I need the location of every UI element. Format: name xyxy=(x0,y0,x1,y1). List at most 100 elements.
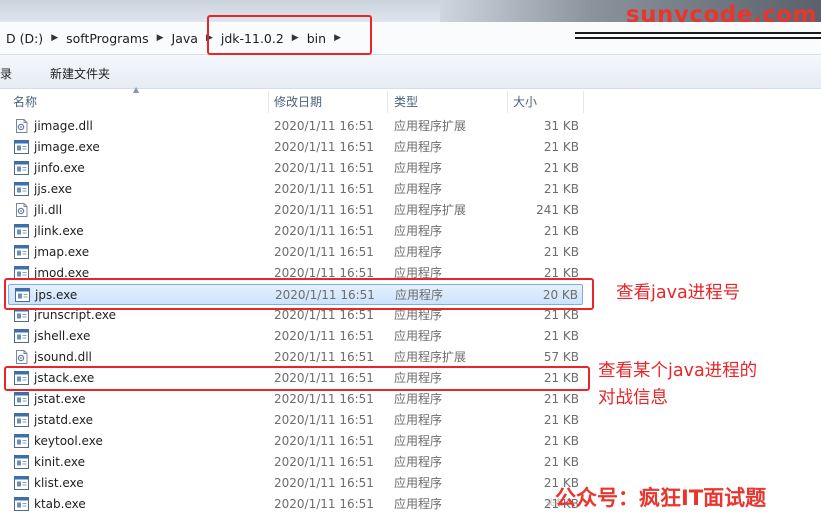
file-date: 2020/1/11 16:51 xyxy=(274,497,374,511)
file-name: jstat.exe xyxy=(34,392,86,406)
file-size: 21 KB xyxy=(543,392,579,406)
file-row[interactable]: ktab.exe 2020/1/11 16:51 应用程序 21 KB xyxy=(8,494,583,515)
file-type: 应用程序 xyxy=(394,413,443,427)
file-name: ktab.exe xyxy=(34,497,86,511)
dll-file-icon xyxy=(14,350,29,364)
file-row[interactable]: keytool.exe 2020/1/11 16:51 应用程序 21 KB xyxy=(8,431,583,452)
exe-file-icon xyxy=(14,413,29,427)
file-size: 21 KB xyxy=(543,245,579,259)
file-size: 21 KB xyxy=(543,140,579,154)
file-row[interactable]: kinit.exe 2020/1/11 16:51 应用程序 21 KB xyxy=(8,452,583,473)
chevron-right-icon[interactable]: ▶ xyxy=(151,33,170,43)
file-row[interactable]: klist.exe 2020/1/11 16:51 应用程序 21 KB xyxy=(8,473,583,494)
file-type: 应用程序 xyxy=(394,392,443,406)
watermark-bottom: 公众号：疯狂IT面试题 xyxy=(555,486,767,510)
file-size: 241 KB xyxy=(536,203,579,217)
file-name: jshell.exe xyxy=(34,329,91,343)
address-bar-decoration xyxy=(575,32,821,40)
chevron-right-icon[interactable]: ▶ xyxy=(45,33,64,43)
file-row[interactable]: jimage.dll 2020/1/11 16:51 应用程序扩展 31 KB xyxy=(8,116,583,137)
file-type: 应用程序 xyxy=(394,224,443,238)
exe-file-icon xyxy=(14,329,29,343)
file-date: 2020/1/11 16:51 xyxy=(274,455,374,469)
file-name: jsound.dll xyxy=(34,350,92,364)
file-type: 应用程序 xyxy=(394,245,443,259)
toolbar: 刻录 新建文件夹 xyxy=(0,55,821,89)
file-row[interactable]: jli.dll 2020/1/11 16:51 应用程序扩展 241 KB xyxy=(8,200,583,221)
file-size: 21 KB xyxy=(543,455,579,469)
file-type: 应用程序 xyxy=(394,161,443,175)
highlight-box-jstack xyxy=(4,366,590,391)
exe-file-icon xyxy=(14,140,29,154)
file-row[interactable]: jinfo.exe 2020/1/11 16:51 应用程序 21 KB xyxy=(8,158,583,179)
file-row[interactable]: jimage.exe 2020/1/11 16:51 应用程序 21 KB xyxy=(8,137,583,158)
file-name: jinfo.exe xyxy=(34,161,85,175)
file-date: 2020/1/11 16:51 xyxy=(274,413,374,427)
file-type: 应用程序 xyxy=(394,434,443,448)
exe-file-icon xyxy=(14,161,29,175)
file-name: jlink.exe xyxy=(34,224,84,238)
column-type[interactable]: 类型 xyxy=(394,89,418,115)
file-date: 2020/1/11 16:51 xyxy=(274,434,374,448)
exe-file-icon xyxy=(14,308,29,322)
column-size[interactable]: 大小 xyxy=(513,89,537,115)
file-date: 2020/1/11 16:51 xyxy=(274,161,374,175)
file-date: 2020/1/11 16:51 xyxy=(274,182,374,196)
file-name: jimage.dll xyxy=(34,119,93,133)
file-name: jjs.exe xyxy=(34,182,73,196)
file-name: jli.dll xyxy=(34,203,63,217)
file-date: 2020/1/11 16:51 xyxy=(274,224,374,238)
file-size: 21 KB xyxy=(543,182,579,196)
sort-ascending-icon: ▲ xyxy=(133,85,140,94)
file-size: 57 KB xyxy=(543,350,579,364)
file-size: 21 KB xyxy=(543,224,579,238)
file-row[interactable]: jsound.dll 2020/1/11 16:51 应用程序扩展 57 KB xyxy=(8,347,583,368)
file-date: 2020/1/11 16:51 xyxy=(274,329,374,343)
annotation-jstack-line1: 查看某个java进程的 xyxy=(598,361,758,381)
column-header: ▲ 名称 修改日期 类型 大小 xyxy=(0,85,821,115)
dll-file-icon xyxy=(14,119,29,133)
annotation-jps: 查看java进程号 xyxy=(616,283,741,303)
file-type: 应用程序扩展 xyxy=(394,350,467,364)
exe-file-icon xyxy=(14,224,29,238)
file-date: 2020/1/11 16:51 xyxy=(274,392,374,406)
file-size: 21 KB xyxy=(543,413,579,427)
file-name: klist.exe xyxy=(34,476,84,490)
exe-file-icon xyxy=(14,392,29,406)
breadcrumb-drive[interactable]: D (D:) xyxy=(4,31,45,46)
annotation-jstack-line2: 对战信息 xyxy=(598,388,668,408)
breadcrumb-softprograms[interactable]: softPrograms xyxy=(64,31,151,46)
file-type: 应用程序 xyxy=(394,140,443,154)
new-folder-button[interactable]: 新建文件夹 xyxy=(50,65,110,82)
file-date: 2020/1/11 16:51 xyxy=(274,350,374,364)
file-name: keytool.exe xyxy=(34,434,103,448)
file-name: jimage.exe xyxy=(34,140,100,154)
file-date: 2020/1/11 16:51 xyxy=(274,245,374,259)
column-name[interactable]: 名称 xyxy=(13,89,37,115)
exe-file-icon xyxy=(14,476,29,490)
file-size: 21 KB xyxy=(543,161,579,175)
file-type: 应用程序 xyxy=(394,182,443,196)
file-row[interactable]: jstat.exe 2020/1/11 16:51 应用程序 21 KB xyxy=(8,389,583,410)
file-row[interactable]: jstatd.exe 2020/1/11 16:51 应用程序 21 KB xyxy=(8,410,583,431)
breadcrumb-java[interactable]: Java xyxy=(170,31,200,46)
file-row[interactable]: jmap.exe 2020/1/11 16:51 应用程序 21 KB xyxy=(8,242,583,263)
file-row[interactable]: jlink.exe 2020/1/11 16:51 应用程序 21 KB xyxy=(8,221,583,242)
burn-button[interactable]: 刻录 xyxy=(0,65,12,82)
file-row[interactable]: jjs.exe 2020/1/11 16:51 应用程序 21 KB xyxy=(8,179,583,200)
file-size: 21 KB xyxy=(543,434,579,448)
file-name: jstatd.exe xyxy=(34,413,94,427)
exe-file-icon xyxy=(14,497,29,511)
file-date: 2020/1/11 16:51 xyxy=(274,140,374,154)
file-type: 应用程序 xyxy=(394,329,443,343)
column-date[interactable]: 修改日期 xyxy=(274,89,322,115)
file-type: 应用程序 xyxy=(394,497,443,511)
file-row[interactable]: jshell.exe 2020/1/11 16:51 应用程序 21 KB xyxy=(8,326,583,347)
file-type: 应用程序扩展 xyxy=(394,119,467,133)
address-bar[interactable]: D (D:) ▶ softPrograms ▶ Java ▶ jdk-11.0.… xyxy=(0,22,821,55)
file-type: 应用程序扩展 xyxy=(394,203,467,217)
dll-file-icon xyxy=(14,203,29,217)
file-name: jmap.exe xyxy=(34,245,90,259)
file-type: 应用程序 xyxy=(394,476,443,490)
file-date: 2020/1/11 16:51 xyxy=(274,119,374,133)
